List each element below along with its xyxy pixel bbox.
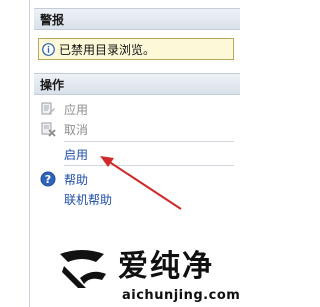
- enable-link[interactable]: 启用: [40, 145, 88, 163]
- alert-message: 已禁用目录浏览。: [38, 38, 234, 60]
- cancel-action[interactable]: 取消: [40, 120, 88, 138]
- help-link[interactable]: ? 帮助: [40, 170, 88, 188]
- actions-divider-2: [64, 165, 234, 166]
- alerts-section-header[interactable]: 警报: [34, 8, 240, 30]
- alerts-section-title: 警报: [40, 13, 65, 27]
- svg-text:?: ?: [45, 173, 51, 186]
- watermark-logo: 爱纯净 aichunjing.com: [52, 248, 242, 307]
- help-label[interactable]: 帮助: [64, 171, 88, 188]
- cancel-label: 取消: [64, 122, 89, 137]
- alert-text: 已禁用目录浏览。: [59, 42, 156, 57]
- info-icon: [42, 42, 55, 56]
- apply-action[interactable]: 应用: [40, 100, 88, 118]
- actions-section-title: 操作: [40, 78, 65, 92]
- apply-label: 应用: [64, 102, 89, 117]
- enable-label[interactable]: 启用: [64, 146, 88, 163]
- help-icon: ?: [40, 171, 56, 187]
- online-help-icon-placeholder: [40, 191, 56, 207]
- watermark-title: 爱纯净: [118, 249, 214, 284]
- logo-mark-icon: [60, 250, 106, 288]
- actions-section-header[interactable]: 操作: [34, 73, 240, 95]
- cancel-icon: [40, 121, 56, 137]
- online-help-link[interactable]: 联机帮助: [40, 190, 112, 208]
- online-help-label[interactable]: 联机帮助: [64, 191, 112, 208]
- left-content-pane: [0, 0, 30, 307]
- watermark-url: aichunjing.com: [122, 288, 241, 303]
- enable-icon-placeholder: [40, 146, 56, 162]
- actions-divider-1: [64, 141, 234, 142]
- apply-icon: [40, 101, 56, 117]
